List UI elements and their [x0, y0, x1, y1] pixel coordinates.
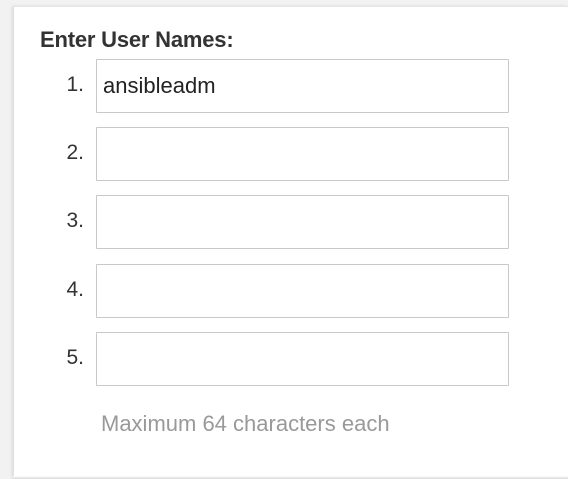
user-name-input-2[interactable]	[96, 127, 509, 181]
row-number-1: 1.	[66, 73, 84, 96]
max-length-hint: Maximum 64 characters each	[101, 411, 390, 436]
user-name-row-3: 3.	[0, 195, 568, 249]
row-number-3: 3.	[66, 209, 84, 232]
form-heading: Enter User Names:	[40, 27, 234, 52]
user-name-row-2: 2.	[0, 127, 568, 181]
row-number-5: 5.	[66, 346, 84, 369]
user-name-input-3[interactable]	[96, 195, 509, 249]
user-name-row-5: 5.	[0, 332, 568, 386]
row-number-2: 2.	[66, 141, 84, 164]
user-name-row-4: 4.	[0, 264, 568, 318]
user-name-input-5[interactable]	[96, 332, 509, 386]
user-name-row-1: 1.	[0, 59, 568, 113]
user-name-input-1[interactable]	[96, 59, 509, 113]
row-number-4: 4.	[66, 278, 84, 301]
user-name-input-4[interactable]	[96, 264, 509, 318]
